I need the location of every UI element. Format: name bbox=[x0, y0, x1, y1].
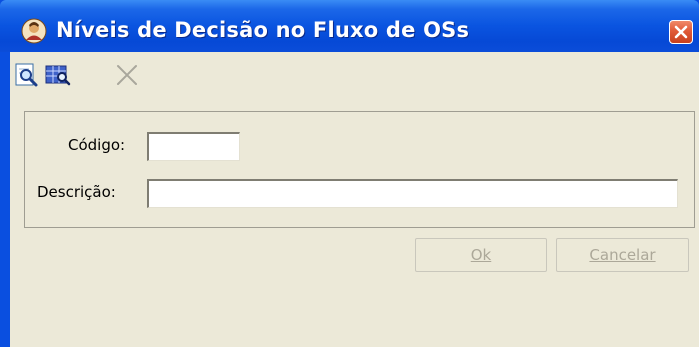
codigo-field[interactable] bbox=[147, 132, 240, 161]
toolbar bbox=[10, 52, 699, 98]
descricao-label: Descrição: bbox=[37, 183, 116, 201]
descricao-field[interactable] bbox=[147, 179, 678, 208]
cancel-button[interactable]: Cancelar bbox=[556, 238, 689, 272]
grid-search-button[interactable] bbox=[44, 62, 71, 88]
dialog-body: Código: Descrição: Ok Cancelar bbox=[10, 52, 699, 347]
delete-x-icon bbox=[117, 65, 137, 85]
user-avatar-icon bbox=[21, 18, 47, 44]
title-bar[interactable]: Níveis de Decisão no Fluxo de OSs bbox=[0, 0, 699, 52]
search-button[interactable] bbox=[14, 62, 40, 88]
delete-button[interactable] bbox=[114, 62, 140, 88]
close-icon bbox=[674, 25, 688, 39]
close-button[interactable] bbox=[669, 20, 693, 44]
dialog-window: Níveis de Decisão no Fluxo de OSs Código… bbox=[0, 0, 699, 347]
codigo-label: Código: bbox=[68, 136, 126, 154]
ok-button[interactable]: Ok bbox=[415, 238, 547, 272]
grid-search-icon bbox=[45, 65, 71, 86]
window-title: Níveis de Decisão no Fluxo de OSs bbox=[56, 18, 470, 42]
search-icon bbox=[15, 63, 38, 87]
form-group bbox=[24, 111, 695, 228]
